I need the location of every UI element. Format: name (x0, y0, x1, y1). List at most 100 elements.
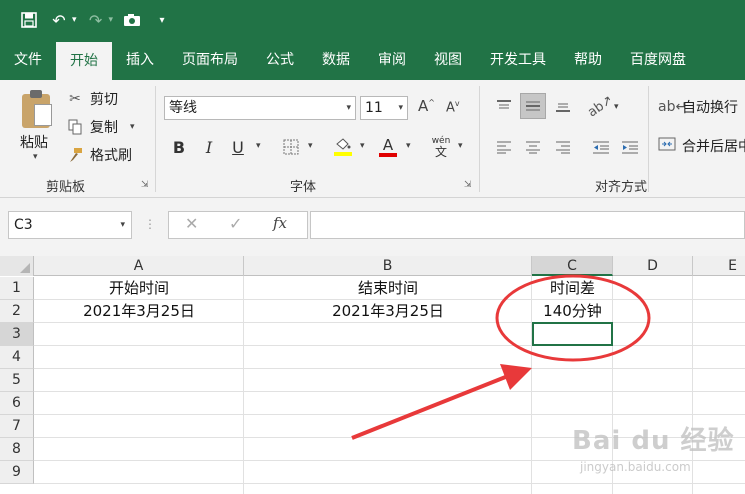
wrap-text-icon: ab↵ (658, 99, 688, 115)
copy-icon (66, 118, 84, 136)
align-center-icon (526, 141, 540, 154)
column-header-e[interactable]: E (693, 256, 745, 276)
chevron-down-icon: ▾ (398, 103, 403, 113)
redo-icon[interactable]: ↷ (85, 9, 107, 31)
tab-file[interactable]: 文件 (0, 40, 56, 80)
row-header-4[interactable]: 4 (0, 346, 34, 369)
paste-dropdown-icon[interactable]: ▾ (33, 152, 38, 162)
font-color-dropdown-icon[interactable]: ▾ (406, 141, 411, 151)
brush-icon (66, 146, 84, 164)
row-header-6[interactable]: 6 (0, 392, 34, 415)
format-painter-label: 格式刷 (90, 148, 132, 164)
font-size-select[interactable]: 11 ▾ (360, 96, 408, 120)
underline-dropdown-icon[interactable]: ▾ (256, 141, 261, 151)
enter-icon[interactable]: ✓ (229, 214, 242, 233)
tab-data[interactable]: 数据 (308, 40, 364, 80)
row-header-7[interactable]: 7 (0, 415, 34, 438)
paste-icon[interactable] (20, 88, 54, 128)
copy-dropdown-icon[interactable]: ▾ (130, 122, 135, 132)
row-header-3[interactable]: 3 (0, 323, 34, 346)
cell-c3-selected[interactable] (532, 322, 613, 346)
font-group-label: 字体 (290, 180, 317, 195)
italic-button[interactable]: I (200, 136, 218, 158)
align-middle-icon (526, 101, 540, 111)
row-header-2[interactable]: 2 (0, 300, 34, 323)
paste-button[interactable]: 粘贴 (20, 132, 48, 152)
ribbon-tabs: 文件 开始 插入 页面布局 公式 数据 审阅 视图 开发工具 帮助 百度网盘 (0, 40, 745, 80)
name-box[interactable]: C3 ▾ (8, 211, 132, 239)
cut-button[interactable]: ✂ 剪切 (66, 88, 118, 110)
column-header-c[interactable]: C (532, 256, 613, 276)
align-bottom-button[interactable] (550, 93, 576, 119)
font-launcher-icon[interactable]: ⇲ (464, 180, 472, 190)
tab-insert[interactable]: 插入 (112, 40, 168, 80)
save-icon[interactable] (18, 9, 40, 31)
fill-color-dropdown-icon[interactable]: ▾ (360, 141, 365, 151)
tab-developer[interactable]: 开发工具 (476, 40, 560, 80)
font-name-select[interactable]: 等线 ▾ (164, 96, 356, 120)
phonetic-char: 文 (434, 144, 447, 159)
customize-icon[interactable]: ▾ (151, 9, 173, 31)
merge-center-label: 合并后居中 (682, 139, 745, 155)
bold-button[interactable]: B (170, 136, 188, 158)
align-middle-button[interactable] (520, 93, 546, 119)
align-center-button[interactable] (520, 134, 546, 160)
resize-handle-icon[interactable]: ⋮ (144, 217, 156, 231)
clipboard-group-label: 剪贴板 (46, 180, 86, 195)
cell-a1[interactable]: 开始时间 (34, 277, 244, 299)
copy-button[interactable]: 复制 ▾ (66, 116, 135, 138)
cell-b1[interactable]: 结束时间 (244, 277, 532, 299)
cancel-icon[interactable]: ✕ (185, 214, 198, 233)
cell-c2[interactable]: 140分钟 (532, 300, 613, 322)
tab-baidu-netdisk[interactable]: 百度网盘 (616, 40, 700, 80)
phonetic-button[interactable]: wén 文 (430, 136, 452, 158)
align-left-button[interactable] (491, 134, 517, 160)
tab-page-layout[interactable]: 页面布局 (168, 40, 252, 80)
align-left-icon (497, 141, 511, 154)
fill-color-button[interactable] (332, 136, 354, 158)
increase-indent-button[interactable] (617, 134, 643, 160)
tab-formulas[interactable]: 公式 (252, 40, 308, 80)
formula-input[interactable] (310, 211, 745, 239)
align-top-button[interactable] (491, 93, 517, 119)
camera-icon[interactable] (121, 9, 143, 31)
cell-b2[interactable]: 2021年3月25日 (244, 300, 532, 322)
phonetic-dropdown-icon[interactable]: ▾ (458, 141, 463, 151)
tab-help[interactable]: 帮助 (560, 40, 616, 80)
borders-dropdown-icon[interactable]: ▾ (308, 141, 313, 151)
underline-button[interactable]: U (229, 136, 247, 158)
merge-center-button[interactable]: 合并后居中 (658, 135, 745, 157)
orientation-button[interactable]: ab↗ (586, 92, 617, 120)
insert-function-icon[interactable]: fx (273, 214, 287, 232)
column-header-b[interactable]: B (244, 256, 532, 276)
undo-dropdown-icon[interactable]: ▾ (72, 15, 77, 25)
wrap-text-button[interactable]: ab↵ 自动换行 (658, 96, 738, 118)
chevron-down-icon: ▾ (346, 103, 351, 113)
row-header-8[interactable]: 8 (0, 438, 34, 461)
undo-icon[interactable]: ↶ (48, 9, 70, 31)
tab-view[interactable]: 视图 (420, 40, 476, 80)
increase-font-size-button[interactable]: A^ (418, 97, 435, 115)
baidu-jingyan-watermark: Bai du 经验 jingyan.baidu.com (572, 420, 742, 490)
tab-review[interactable]: 审阅 (364, 40, 420, 80)
row-header-5[interactable]: 5 (0, 369, 34, 392)
row-header-1[interactable]: 1 (0, 277, 34, 300)
align-right-button[interactable] (550, 134, 576, 160)
tab-home[interactable]: 开始 (56, 42, 112, 80)
decrease-font-size-button[interactable]: Av (446, 99, 460, 115)
decrease-indent-button[interactable] (588, 134, 614, 160)
redo-dropdown-icon[interactable]: ▾ (109, 15, 114, 25)
border-icon (283, 139, 299, 155)
cell-a2[interactable]: 2021年3月25日 (34, 300, 244, 322)
borders-button[interactable] (280, 136, 302, 158)
clipboard-launcher-icon[interactable]: ⇲ (141, 180, 149, 190)
font-color-button[interactable]: A (378, 136, 398, 158)
format-painter-button[interactable]: 格式刷 (66, 144, 132, 166)
name-box-value: C3 (14, 217, 33, 233)
cell-c1[interactable]: 时间差 (532, 277, 613, 299)
column-header-d[interactable]: D (613, 256, 693, 276)
column-header-a[interactable]: A (34, 256, 244, 276)
row-header-9[interactable]: 9 (0, 461, 34, 484)
select-all-button[interactable] (0, 256, 34, 276)
orientation-dropdown-icon[interactable]: ▾ (614, 102, 619, 112)
